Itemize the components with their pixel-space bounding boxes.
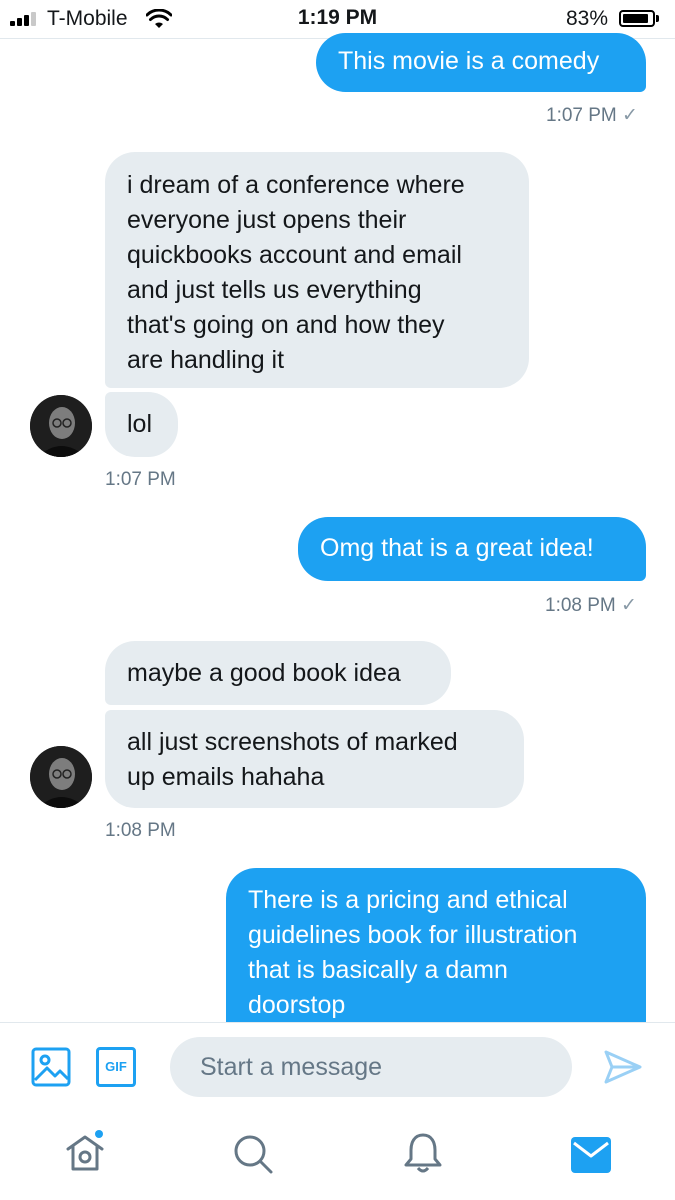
sent-check-icon: ✓ bbox=[622, 105, 638, 126]
avatar-portrait bbox=[30, 395, 92, 457]
gif-button[interactable]: GIF bbox=[96, 1047, 136, 1087]
gif-label: GIF bbox=[105, 1059, 127, 1074]
message-text-line: guidelines book for illustration bbox=[248, 921, 578, 949]
sent-check-icon: ✓ bbox=[621, 595, 637, 616]
message-text-line: that is basically a damn bbox=[248, 956, 508, 984]
message-bubble-incoming[interactable]: maybe a good book idea bbox=[105, 641, 451, 705]
message-bubble-incoming[interactable]: all just screenshots of marked up emails… bbox=[105, 710, 524, 808]
message-text-line: quickbooks account and email bbox=[127, 241, 462, 269]
message-timestamp: 1:07 PM ✓ bbox=[546, 105, 638, 126]
search-icon[interactable] bbox=[232, 1133, 274, 1175]
message-timestamp: 1:08 PM bbox=[105, 820, 176, 841]
message-bubble-incoming[interactable]: i dream of a conference where everyone j… bbox=[105, 152, 529, 388]
messages-icon[interactable] bbox=[571, 1137, 611, 1173]
message-text-line: i dream of a conference where bbox=[127, 171, 465, 199]
avatar-portrait bbox=[30, 746, 92, 808]
message-bubble-outgoing[interactable]: This movie is a comedy bbox=[316, 33, 646, 92]
message-bubble-outgoing[interactable]: There is a pricing and ethical guideline… bbox=[226, 868, 646, 1028]
message-text-line: that's going on and how they bbox=[127, 311, 445, 339]
message-timestamp: 1:08 PM ✓ bbox=[545, 595, 637, 616]
message-text-line: doorstop bbox=[248, 991, 346, 1019]
message-timestamp: 1:07 PM bbox=[105, 469, 176, 490]
battery-tip bbox=[656, 15, 659, 22]
send-icon[interactable] bbox=[603, 1047, 643, 1087]
message-text: lol bbox=[127, 410, 153, 438]
message-bubble-incoming[interactable]: lol bbox=[105, 392, 178, 457]
message-text: This movie is a comedy bbox=[338, 47, 600, 75]
avatar[interactable] bbox=[30, 746, 92, 808]
image-icon[interactable] bbox=[31, 1047, 71, 1087]
message-text-line: are handling it bbox=[127, 346, 285, 374]
message-text: Omg that is a great idea! bbox=[320, 534, 594, 562]
message-text-line: all just screenshots of marked bbox=[127, 728, 458, 756]
message-text-line: and just tells us everything bbox=[127, 276, 422, 304]
avatar[interactable] bbox=[30, 395, 92, 457]
notifications-icon[interactable] bbox=[402, 1131, 444, 1175]
battery-icon bbox=[619, 10, 655, 27]
message-text: maybe a good book idea bbox=[127, 659, 401, 687]
message-text-line: There is a pricing and ethical bbox=[248, 886, 568, 914]
battery-percentage: 83% bbox=[566, 7, 609, 30]
message-bubble-outgoing[interactable]: Omg that is a great idea! bbox=[298, 517, 646, 581]
home-icon[interactable] bbox=[63, 1130, 107, 1174]
message-text-line: up emails hahaha bbox=[127, 763, 325, 791]
message-input[interactable] bbox=[170, 1037, 572, 1097]
message-text-line: everyone just opens their bbox=[127, 206, 407, 234]
